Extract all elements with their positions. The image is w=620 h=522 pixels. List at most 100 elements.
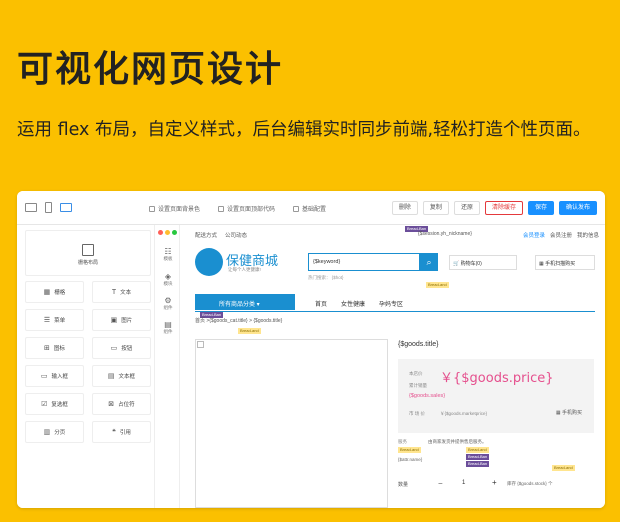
element-tag: Bread-and <box>426 282 449 288</box>
textarea-icon: ▤ <box>107 373 115 380</box>
component-checkbox[interactable]: ☑ 复选框 <box>25 393 84 415</box>
editor-window: 设置页面背景色 设置页面顶部代码 基础配置 删除 复制 还原 清除缓存 保存 确… <box>17 191 605 508</box>
stock-text: 库存 {$goods.stock} 个 <box>507 481 553 486</box>
side-item[interactable]: ⚙ 组件 <box>155 296 181 311</box>
price-label: 本店价 <box>409 371 423 376</box>
dot-yellow <box>165 230 170 235</box>
component-input[interactable]: ▭ 输入框 <box>25 365 84 387</box>
component-icon[interactable]: ⊞ 图标 <box>25 337 84 359</box>
component-pagination[interactable]: ▥ 分页 <box>25 421 84 443</box>
component-label: 占位符 <box>118 402 135 408</box>
cart-label: 购物车(0) <box>460 261 482 267</box>
publish-button[interactable]: 确认发布 <box>558 201 597 215</box>
save-button[interactable]: 保存 <box>527 201 554 215</box>
breadcrumb: 首页 >{$goods_cat.title} > {$goods.title} <box>195 318 283 324</box>
service-desc: 由商家发货并提供售后服务。 <box>428 439 487 444</box>
component-image[interactable]: ▣ 图片 <box>92 309 151 331</box>
delete-button[interactable]: 删除 <box>391 201 418 215</box>
top-nav-link[interactable]: 配送方式 <box>195 231 217 239</box>
element-tag: Bread-and <box>466 447 489 453</box>
component-placeholder[interactable]: ⊠ 占位符 <box>92 393 151 415</box>
component-label: 图标 <box>53 346 65 352</box>
my-info-link[interactable]: 我的信息 <box>577 231 599 239</box>
market-label: 市 场 价 <box>409 411 426 416</box>
all-categories-button[interactable]: 所有商品分类 ▾ <box>195 294 295 310</box>
goods-sales: {$goods.sales} <box>409 393 446 399</box>
editor-toolbar: 设置页面背景色 设置页面顶部代码 基础配置 删除 复制 还原 清除缓存 保存 确… <box>17 191 605 225</box>
phone-icon[interactable] <box>45 202 52 213</box>
component-button[interactable]: ▭ 按钮 <box>92 337 151 359</box>
base-config-option[interactable]: 基础配置 <box>293 204 326 213</box>
component-quote[interactable]: ❝ 引用 <box>92 421 151 443</box>
cart-button[interactable]: 🛒 购物车(0) <box>449 255 517 270</box>
side-item-icon: ☷ <box>164 247 172 256</box>
category-bar: 所有商品分类 ▾ 首页 女性健康 孕妈专区 <box>195 294 595 312</box>
page-header-code-option[interactable]: 设置页面顶部代码 <box>218 204 275 213</box>
mobile-buy-button[interactable]: ▦ 手机购买 <box>556 409 582 416</box>
login-link[interactable]: 会员登录 <box>523 231 545 239</box>
element-tag: Bread-and <box>398 447 421 453</box>
component-label: 文本框 <box>118 374 136 380</box>
code-icon <box>218 205 225 212</box>
all-categories-label: 所有商品分类 <box>219 302 256 308</box>
search-input[interactable]: {$keyword} <box>308 253 420 271</box>
page-header-code-label: 设置页面顶部代码 <box>227 207 276 213</box>
product-gallery <box>195 339 388 508</box>
grid-layout-component[interactable]: 栅格布局 <box>25 230 151 276</box>
restore-button[interactable]: 还原 <box>453 201 480 215</box>
side-item[interactable]: ▤ 组件 <box>155 320 181 335</box>
component-text[interactable]: T 文本 <box>92 281 151 303</box>
side-tool-strip: ☷ 模板 ◈ 模块 ⚙ 组件 ▤ 组件 <box>154 225 180 508</box>
device-switcher <box>25 202 72 213</box>
quantity-value[interactable]: 1 <box>462 480 465 486</box>
market-price: ￥{$goods.marketprice} <box>440 411 488 416</box>
copy-button[interactable]: 复制 <box>422 201 449 215</box>
sales-label: 累计销量 <box>409 383 427 388</box>
side-item[interactable]: ☷ 模板 <box>155 247 181 262</box>
tablet-icon[interactable] <box>60 203 72 212</box>
base-config-label: 基础配置 <box>302 207 327 213</box>
nav-link-maternity[interactable]: 孕妈专区 <box>379 299 403 308</box>
component-label: 栅格 <box>54 290 66 296</box>
register-link[interactable]: 会员注册 <box>550 231 572 239</box>
design-canvas: 配送方式 公司动态 Bread-Ban {$session.yh_nicknam… <box>180 225 605 508</box>
gear-icon <box>293 205 300 212</box>
page-bgcolor-option[interactable]: 设置页面背景色 <box>149 204 200 213</box>
layout-icon <box>82 244 94 256</box>
side-item-icon: ◈ <box>164 272 172 281</box>
qrcode-button[interactable]: ▦ 手机扫描购买 <box>535 255 595 270</box>
side-item[interactable]: ◈ 模块 <box>155 272 181 287</box>
page-bgcolor-label: 设置页面背景色 <box>158 207 201 213</box>
component-label: 按钮 <box>121 346 133 352</box>
nav-link-home[interactable]: 首页 <box>315 299 327 308</box>
element-tag: Bread-and <box>552 465 575 471</box>
top-nav-link[interactable]: 公司动态 <box>225 231 247 239</box>
component-grid[interactable]: ▦ 栅格 <box>25 281 84 303</box>
desktop-icon[interactable] <box>25 203 37 212</box>
side-item-label: 组件 <box>163 329 173 334</box>
clear-cache-button[interactable]: 清除缓存 <box>484 201 523 215</box>
nav-link-women[interactable]: 女性健康 <box>341 299 365 308</box>
window-dots <box>158 230 177 235</box>
search-icon[interactable]: ⌕ <box>420 253 438 271</box>
quantity-plus-button[interactable]: + <box>492 478 497 487</box>
mobile-buy-label: 手机购买 <box>561 410 582 416</box>
pagination-icon: ▥ <box>43 429 51 436</box>
component-label: 图片 <box>121 318 133 324</box>
component-menu[interactable]: ☰ 菜单 <box>25 309 84 331</box>
component-label: 复选框 <box>51 402 68 408</box>
dot-red <box>158 230 163 235</box>
component-label: 菜单 <box>54 318 66 324</box>
quantity-minus-button[interactable]: − <box>438 479 443 488</box>
grid-layout-label: 栅格布局 <box>77 260 98 266</box>
goods-title: {$goods.title} <box>398 341 439 348</box>
component-textarea[interactable]: ▤ 文本框 <box>92 365 151 387</box>
element-tag: Bread-and <box>238 328 261 334</box>
side-item-label: 模板 <box>163 256 173 261</box>
quantity-label: 数量 <box>398 482 409 488</box>
price-box: 本店价 ￥{$goods.price} 累计销量 {$goods.sales} … <box>398 359 594 433</box>
logo-icon <box>195 248 223 276</box>
cart-icon: 🛒 <box>453 261 461 267</box>
icon-icon: ⊞ <box>44 345 50 352</box>
component-panel: 栅格布局 ▦ 栅格 T 文本 ☰ 菜单 ▣ 图片 ⊞ 图标 ▭ 按钮 ▭ 输入框 ▤ 文本框 ☑ 复选框 ⊠ 占位符 ▥… <box>17 225 154 508</box>
